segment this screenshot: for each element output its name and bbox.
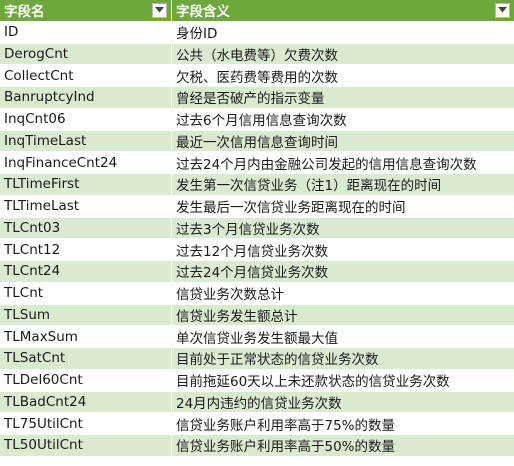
field-name-cell[interactable]: TLTimeFirst bbox=[0, 174, 172, 196]
table-row[interactable]: BanruptcyInd 曾经是否破产的指示变量 bbox=[0, 87, 514, 109]
table-row[interactable]: TLCnt03 过去3个月信贷业务次数 bbox=[0, 217, 514, 240]
field-name-cell[interactable]: InqCnt06 bbox=[0, 108, 172, 131]
field-name-cell[interactable]: TL50UtilCnt bbox=[0, 435, 172, 457]
column-header-label: 字段名 bbox=[4, 4, 45, 21]
table-row[interactable]: TL75UtilCnt 信贷业务账户利用率高于75%的数量 bbox=[0, 413, 514, 435]
field-meaning-cell[interactable]: 目前处于正常状态的信贷业务次数 bbox=[172, 348, 514, 370]
field-name-cell[interactable]: TLBadCnt24 bbox=[0, 391, 172, 414]
table-row[interactable]: TLCnt24 过去24个月信贷业务次数 bbox=[0, 261, 514, 283]
field-name-cell[interactable]: CollectCnt bbox=[0, 65, 172, 87]
field-name-cell[interactable]: TLTimeLast bbox=[0, 195, 172, 218]
field-name-cell[interactable]: TLMaxSum bbox=[0, 326, 172, 348]
dropdown-arrow-icon[interactable] bbox=[152, 2, 167, 18]
field-meaning-cell[interactable]: 信贷业务账户利用率高于50%的数量 bbox=[172, 435, 514, 457]
field-meaning-cell[interactable]: 曾经是否破产的指示变量 bbox=[172, 87, 514, 109]
field-meaning-cell[interactable]: 公共（水电费等）欠费次数 bbox=[172, 43, 514, 66]
column-header-field-meaning[interactable]: 字段含义 bbox=[172, 0, 514, 22]
field-meaning-cell[interactable]: 发生第一次信贷业务（注1）距离现在的时间 bbox=[172, 174, 514, 196]
table-row[interactable]: TLSatCnt 目前处于正常状态的信贷业务次数 bbox=[0, 348, 514, 370]
field-meaning-cell[interactable]: 信贷业务次数总计 bbox=[172, 282, 514, 305]
table-row[interactable]: DerogCnt 公共（水电费等）欠费次数 bbox=[0, 43, 514, 66]
field-meaning-cell[interactable]: 信贷业务发生额总计 bbox=[172, 304, 514, 327]
field-meaning-cell[interactable]: 发生最后一次信贷业务距离现在的时间 bbox=[172, 195, 514, 218]
field-meaning-cell[interactable]: 单次信贷业务发生额最大值 bbox=[172, 326, 514, 348]
table-row[interactable]: TLCnt12 过去12个月信贷业务次数 bbox=[0, 239, 514, 261]
field-name-cell[interactable]: TLCnt24 bbox=[0, 261, 172, 283]
field-name-cell[interactable]: ID bbox=[0, 21, 172, 44]
dropdown-arrow-icon[interactable] bbox=[495, 2, 510, 18]
column-header-field-name[interactable]: 字段名 bbox=[0, 0, 172, 22]
field-meaning-cell[interactable]: 过去3个月信贷业务次数 bbox=[172, 217, 514, 240]
field-name-cell[interactable]: TLCnt bbox=[0, 282, 172, 305]
field-name-cell[interactable]: InqFinanceCnt24 bbox=[0, 152, 172, 174]
field-meaning-cell[interactable]: 过去12个月信贷业务次数 bbox=[172, 239, 514, 261]
table-header-row: 字段名 字段含义 bbox=[0, 0, 514, 22]
field-meaning-cell[interactable]: 过去6个月信用信息查询次数 bbox=[172, 108, 514, 131]
field-meaning-cell[interactable]: 过去24个月信贷业务次数 bbox=[172, 261, 514, 283]
field-meaning-cell[interactable]: 欠税、医药费等费用的次数 bbox=[172, 65, 514, 87]
table-row[interactable]: TLTimeLast 发生最后一次信贷业务距离现在的时间 bbox=[0, 195, 514, 218]
field-name-cell[interactable]: InqTimeLast bbox=[0, 130, 172, 153]
table-row[interactable]: TL50UtilCnt 信贷业务账户利用率高于50%的数量 bbox=[0, 435, 514, 457]
field-name-cell[interactable]: DerogCnt bbox=[0, 43, 172, 66]
field-name-cell[interactable]: TLSatCnt bbox=[0, 348, 172, 370]
field-meaning-cell[interactable]: 身份ID bbox=[172, 21, 514, 44]
field-name-cell[interactable]: TL75UtilCnt bbox=[0, 413, 172, 435]
table-row[interactable]: InqFinanceCnt24 过去24个月内由金融公司发起的信用信息查询次数 bbox=[0, 152, 514, 174]
table-body: ID 身份ID DerogCnt 公共（水电费等）欠费次数 CollectCnt 欠税、医… bbox=[0, 21, 514, 457]
table-row[interactable]: TLCnt 信贷业务次数总计 bbox=[0, 282, 514, 305]
field-meaning-cell[interactable]: 最近一次信用信息查询时间 bbox=[172, 130, 514, 153]
table-row[interactable]: TLBadCnt24 24月内违约的信贷业务次数 bbox=[0, 391, 514, 414]
table-row[interactable]: TLSum 信贷业务发生额总计 bbox=[0, 304, 514, 327]
field-name-cell[interactable]: TLCnt03 bbox=[0, 217, 172, 240]
table-row[interactable]: CollectCnt 欠税、医药费等费用的次数 bbox=[0, 65, 514, 87]
field-meaning-cell[interactable]: 目前拖延60天以上未还款状态的信贷业务次数 bbox=[172, 369, 514, 392]
table-row[interactable]: InqTimeLast 最近一次信用信息查询时间 bbox=[0, 130, 514, 153]
field-meaning-cell[interactable]: 过去24个月内由金融公司发起的信用信息查询次数 bbox=[172, 152, 514, 174]
field-name-cell[interactable]: TLCnt12 bbox=[0, 239, 172, 261]
field-meaning-cell[interactable]: 信贷业务账户利用率高于75%的数量 bbox=[172, 413, 514, 435]
field-dictionary-table: 字段名 字段含义 ID 身份ID DerogCnt 公共（水电费等）欠费次数 Colle… bbox=[0, 0, 514, 457]
field-meaning-cell[interactable]: 24月内违约的信贷业务次数 bbox=[172, 391, 514, 414]
table-row[interactable]: InqCnt06 过去6个月信用信息查询次数 bbox=[0, 108, 514, 131]
field-name-cell[interactable]: TLSum bbox=[0, 304, 172, 327]
field-name-cell[interactable]: BanruptcyInd bbox=[0, 87, 172, 109]
field-name-cell[interactable]: TLDel60Cnt bbox=[0, 369, 172, 392]
table-row[interactable]: TLTimeFirst 发生第一次信贷业务（注1）距离现在的时间 bbox=[0, 174, 514, 196]
table-row[interactable]: ID 身份ID bbox=[0, 21, 514, 44]
table-row[interactable]: TLMaxSum 单次信贷业务发生额最大值 bbox=[0, 326, 514, 348]
table-row[interactable]: TLDel60Cnt 目前拖延60天以上未还款状态的信贷业务次数 bbox=[0, 369, 514, 392]
column-header-label: 字段含义 bbox=[176, 4, 230, 21]
